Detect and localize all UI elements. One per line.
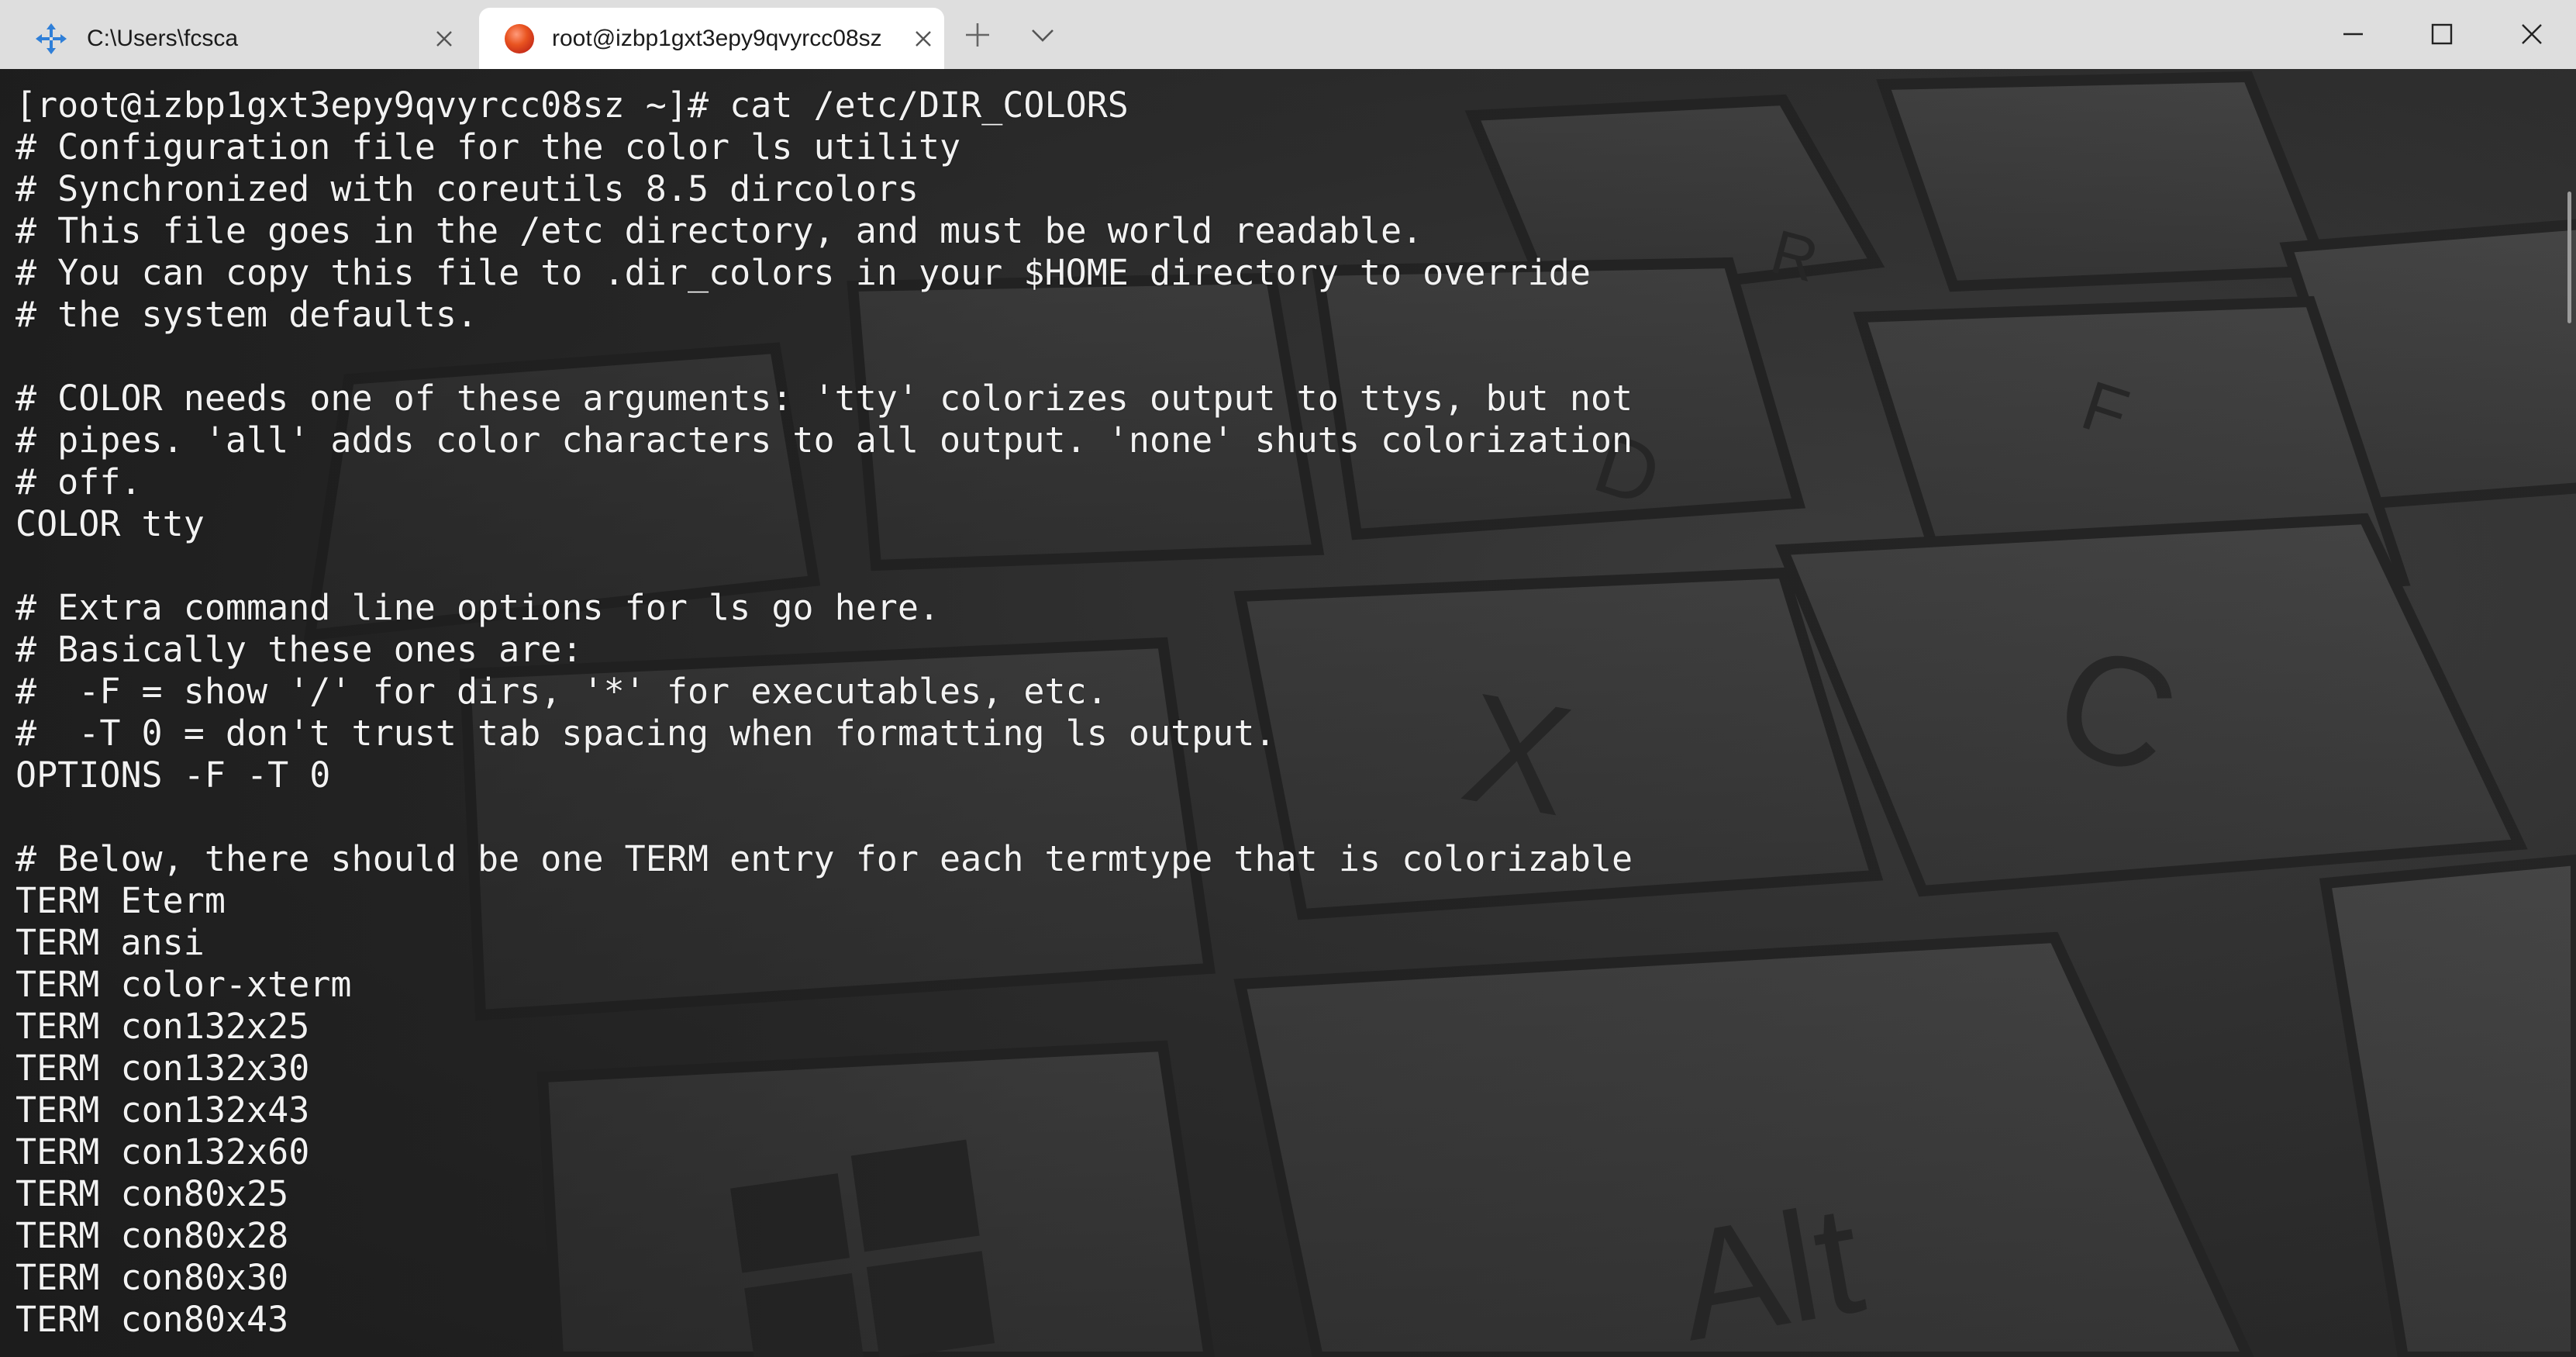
close-icon — [2522, 24, 2542, 44]
terminal-line: TERM con132x25 — [16, 1006, 310, 1047]
terminal-line: # Basically these ones are: — [16, 629, 583, 670]
terminal-line: # Configuration file for the color ls ut… — [16, 126, 961, 167]
tab-title: C:\Users\fcsca — [87, 25, 239, 51]
terminal-line: TERM con132x60 — [16, 1131, 310, 1172]
close-window-button[interactable] — [2488, 0, 2576, 69]
tab-ssh-root[interactable]: root@izbp1gxt3epy9qvyrcc08sz — [479, 8, 944, 69]
tab-bar: C:\Users\fcsca root@izbp1gxt3epy9qvyrcc0… — [0, 0, 2576, 69]
terminal-line: # -F = show '/' for dirs, '*' for execut… — [16, 671, 1108, 712]
terminal-line: # Extra command line options for ls go h… — [16, 587, 940, 628]
terminal-line: TERM con80x28 — [16, 1215, 289, 1256]
terminal-line: # pipes. 'all' adds color characters to … — [16, 420, 1633, 461]
terminal-line: TERM con80x43 — [16, 1299, 289, 1340]
minimize-icon — [2343, 33, 2363, 36]
plus-icon — [966, 23, 989, 47]
terminal-line: TERM Eterm — [16, 880, 226, 921]
terminal-line: TERM ansi — [16, 922, 205, 963]
minimize-button[interactable] — [2309, 0, 2397, 69]
terminal-line: TERM con80x25 — [16, 1173, 289, 1214]
terminal-line: # COLOR needs one of these arguments: 't… — [16, 378, 1633, 419]
chevron-down-icon — [1032, 29, 1054, 42]
terminal-line: # off. — [16, 461, 142, 502]
tab-title: root@izbp1gxt3epy9qvyrcc08sz — [552, 25, 882, 51]
tab-powershell[interactable]: C:\Users\fcsca — [0, 8, 473, 69]
close-icon[interactable] — [912, 27, 935, 50]
close-icon[interactable] — [433, 27, 456, 50]
scrollbar[interactable] — [2564, 69, 2576, 1357]
terminal-line: # -T 0 = don't trust tab spacing when fo… — [16, 713, 1276, 754]
maximize-icon — [2431, 23, 2453, 45]
terminal-line: # Synchronized with coreutils 8.5 dircol… — [16, 168, 919, 209]
maximize-button[interactable] — [2397, 0, 2485, 69]
terminal-window: C:\Users\fcsca root@izbp1gxt3epy9qvyrcc0… — [0, 0, 2576, 1357]
terminal-line: OPTIONS -F -T 0 — [16, 754, 331, 796]
new-tab-button[interactable] — [958, 16, 997, 54]
terminal-output: [root@izbp1gxt3epy9qvyrcc08sz ~]# cat /e… — [16, 85, 1633, 1341]
ubuntu-orange-circle-icon — [502, 22, 536, 56]
terminal-pane[interactable]: R F D X C Alt [root@izbp1gxt3epy9qvyrcc0… — [0, 69, 2576, 1357]
terminal-line: # the system defaults. — [16, 294, 478, 335]
terminal-line: # You can copy this file to .dir_colors … — [16, 252, 1591, 293]
cross-arrows-icon — [34, 22, 68, 56]
terminal-line: TERM con80x30 — [16, 1257, 289, 1298]
terminal-line: COLOR tty — [16, 503, 205, 544]
scrollbar-thumb[interactable] — [2567, 192, 2571, 323]
terminal-line: # Below, there should be one TERM entry … — [16, 838, 1633, 879]
terminal-line: TERM con132x43 — [16, 1089, 310, 1131]
terminal-line: [root@izbp1gxt3epy9qvyrcc08sz ~]# cat /e… — [16, 85, 1129, 126]
terminal-line: TERM con132x30 — [16, 1048, 310, 1089]
terminal-line: TERM color-xterm — [16, 964, 352, 1005]
terminal-line: # This file goes in the /etc directory, … — [16, 210, 1423, 251]
tab-dropdown-button[interactable] — [1023, 16, 1062, 54]
